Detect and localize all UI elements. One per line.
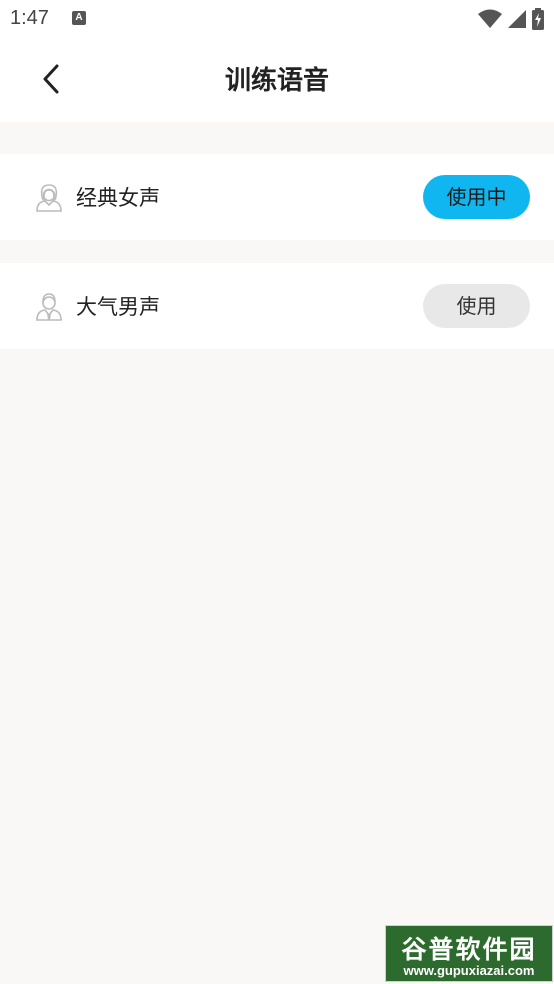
female-user-icon <box>36 184 62 212</box>
watermark-logo: 谷普软件园 www.gupuxiazai.com <box>385 925 553 982</box>
male-user-icon <box>36 293 62 321</box>
use-button[interactable]: 使用 <box>423 284 530 328</box>
voice-option-male: 大气男声 使用 <box>0 263 554 349</box>
notification-app-icon: A <box>72 11 86 25</box>
voice-label: 大气男声 <box>76 295 160 319</box>
voice-option-female: 经典女声 使用中 <box>0 154 554 240</box>
watermark-title: 谷普软件园 <box>401 935 537 964</box>
wifi-icon <box>478 9 502 28</box>
status-bar: 1:47 A <box>0 0 554 38</box>
status-icons <box>478 8 544 30</box>
voice-label: 经典女声 <box>76 186 160 210</box>
status-time: 1:47 <box>10 7 49 29</box>
watermark-url: www.gupuxiazai.com <box>403 963 535 978</box>
page-title: 训练语音 <box>224 66 329 96</box>
signal-icon <box>508 10 526 28</box>
in-use-button[interactable]: 使用中 <box>423 175 530 219</box>
battery-charging-icon <box>532 8 544 30</box>
app-header: 训练语音 <box>0 38 554 122</box>
